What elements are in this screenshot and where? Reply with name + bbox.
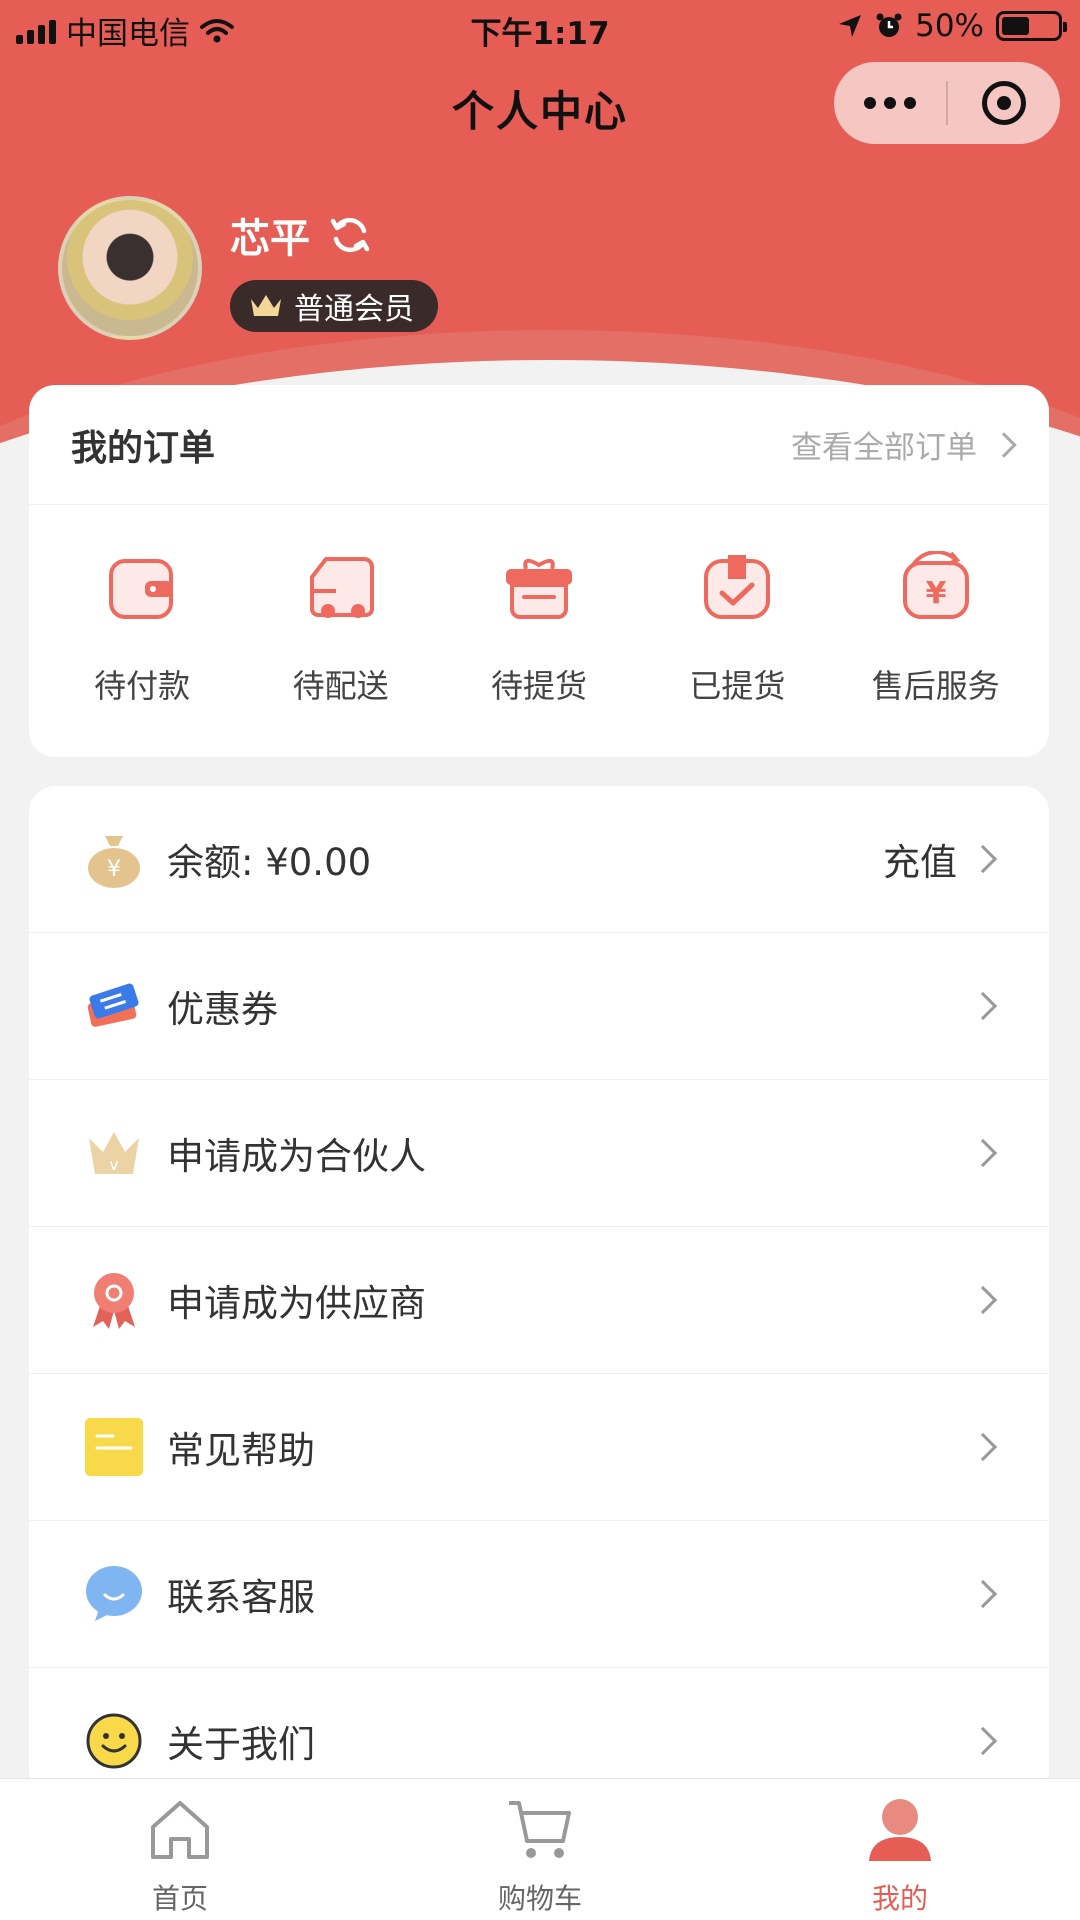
- recharge-button[interactable]: 充值: [883, 832, 998, 886]
- menu-item-apply-supplier[interactable]: 申请成为供应商: [29, 1227, 1049, 1374]
- checked-box-icon: [704, 555, 771, 619]
- chevron-right-icon: [968, 991, 998, 1021]
- crown-icon: [251, 295, 281, 316]
- more-options-button[interactable]: [834, 97, 946, 109]
- menu-item-customer-service[interactable]: 联系客服: [29, 1521, 1049, 1668]
- menu-item-about-us[interactable]: 关于我们: [29, 1668, 1049, 1796]
- avatar[interactable]: [58, 196, 202, 340]
- location-arrow-icon: [839, 15, 862, 37]
- note-icon: [85, 1418, 143, 1476]
- my-orders-card: 我的订单 查看全部订单 待付款 待配送 待提货 已提货 ¥ 售后服务: [29, 385, 1049, 757]
- tab-home[interactable]: 首页: [0, 1779, 360, 1920]
- alarm-icon: [876, 13, 902, 37]
- chat-bubble-icon: [86, 1566, 142, 1621]
- refresh-icon[interactable]: [328, 213, 372, 257]
- wallet-icon: [109, 559, 174, 619]
- tab-cart[interactable]: 购物车: [360, 1779, 720, 1920]
- close-miniprogram-button[interactable]: [948, 81, 1060, 125]
- recharge-label: 充值: [883, 841, 957, 884]
- chevron-right-icon: [991, 431, 1017, 458]
- crown-icon: v: [89, 1132, 139, 1174]
- order-after-sales[interactable]: ¥ 售后服务: [841, 550, 1031, 707]
- view-all-orders-label: 查看全部订单: [791, 430, 977, 466]
- battery-icon: [996, 11, 1067, 41]
- svg-text:¥: ¥: [107, 857, 121, 882]
- gift-box-icon: [505, 558, 572, 619]
- cart-icon: [509, 1801, 571, 1858]
- money-bag-icon: ¥: [88, 836, 140, 888]
- menu-item-apply-partner[interactable]: v 申请成为合伙人: [29, 1080, 1049, 1227]
- balance-label: 余额: ¥0.00: [167, 841, 372, 884]
- view-all-orders-link[interactable]: 查看全部订单: [791, 422, 1017, 467]
- yuan-refund-icon: ¥: [902, 550, 969, 619]
- order-pending-pickup[interactable]: 待提货: [444, 551, 634, 707]
- member-level-label: 普通会员: [294, 292, 414, 327]
- tab-mine[interactable]: 我的: [720, 1779, 1080, 1920]
- chevron-right-icon: [968, 844, 998, 874]
- order-pending-delivery[interactable]: 待配送: [246, 551, 436, 707]
- chevron-right-icon: [968, 1432, 998, 1462]
- user-name: 芯平: [230, 216, 310, 262]
- order-pending-payment[interactable]: 待付款: [47, 551, 237, 707]
- chevron-right-icon: [968, 1285, 998, 1315]
- chevron-right-icon: [968, 1579, 998, 1609]
- orders-title: 我的订单: [71, 427, 216, 469]
- miniprogram-capsule: [834, 62, 1060, 144]
- bottom-tab-bar: 首页 购物车 我的: [0, 1778, 1080, 1920]
- svg-text:v: v: [109, 1155, 118, 1174]
- member-level-badge: 普通会员: [230, 280, 438, 332]
- order-picked-up[interactable]: 已提货: [642, 551, 832, 707]
- user-name-row: 芯平: [230, 206, 372, 264]
- home-icon: [151, 1801, 209, 1859]
- balance-row[interactable]: ¥ 余额: ¥0.00 充值: [29, 786, 1049, 933]
- chevron-right-icon: [968, 1726, 998, 1756]
- user-icon: [869, 1799, 931, 1861]
- ribbon-badge-icon: [93, 1273, 135, 1329]
- coupon-icon: [87, 983, 139, 1027]
- battery-percent: 50%: [915, 8, 984, 44]
- menu-item-help[interactable]: 常见帮助: [29, 1374, 1049, 1521]
- delivery-truck-icon: [309, 557, 374, 618]
- menu-item-coupons[interactable]: 优惠券: [29, 933, 1049, 1080]
- menu-card: ¥ 余额: ¥0.00 充值 优惠券 v 申请成为合伙人 申请成为供应商 常见帮…: [29, 786, 1049, 1796]
- chevron-right-icon: [968, 1138, 998, 1168]
- svg-text:¥: ¥: [925, 576, 946, 611]
- status-bar: 中国电信 下午1:17 50%: [0, 0, 1080, 54]
- smiley-icon: [86, 1713, 142, 1769]
